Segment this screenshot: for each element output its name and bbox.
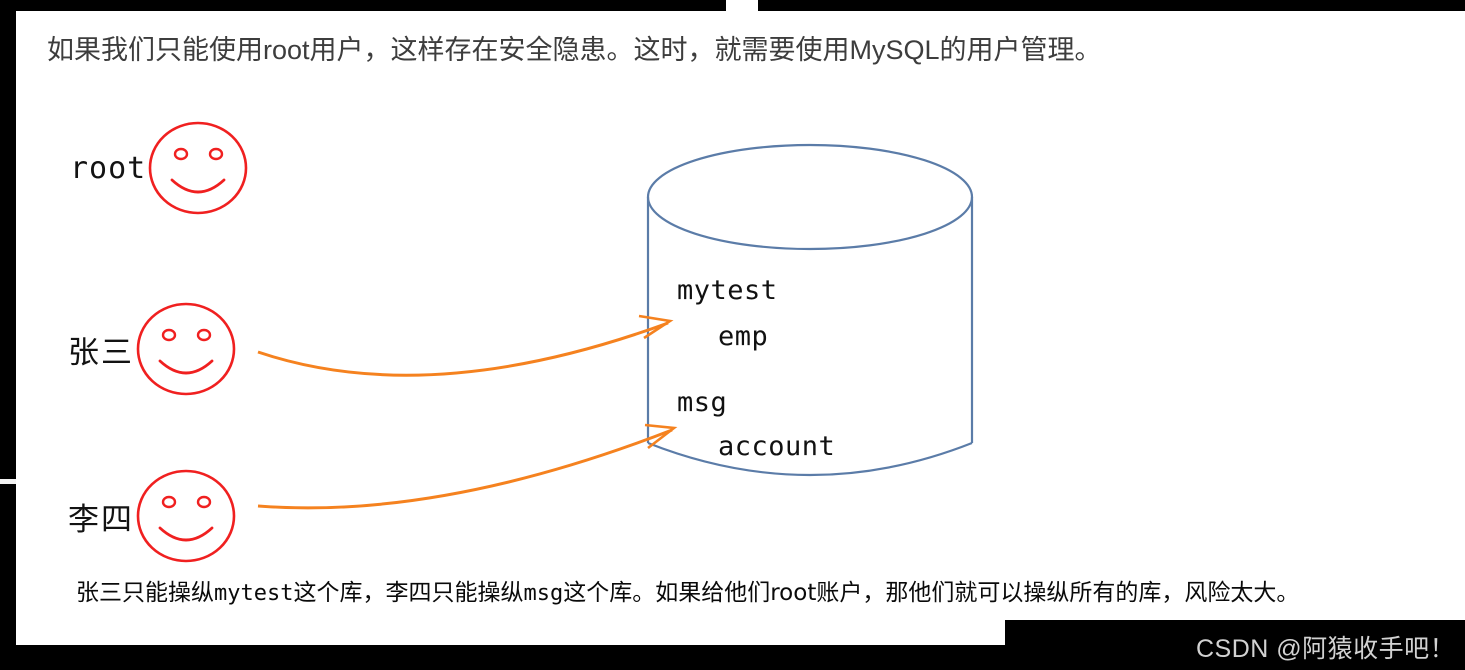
- user-label-lisi: 李四: [68, 501, 134, 538]
- smiley-face-icon: [146, 118, 250, 218]
- user-entry-lisi: 李四: [68, 466, 238, 566]
- smiley-face-icon: [134, 299, 238, 399]
- db-entry-account: account: [718, 431, 836, 462]
- csdn-watermark: CSDN @阿猿收手吧！: [1196, 635, 1456, 663]
- page-title: 如果我们只能使用root用户，这样存在安全隐患。这时，就需要使用MySQL的用户…: [47, 35, 1102, 65]
- screenshot-root: 如果我们只能使用root用户，这样存在安全隐患。这时，就需要使用MySQL的用户…: [0, 0, 1465, 670]
- caption-text: 张三只能操纵mytest这个库，李四只能操纵msg这个库。如果给他们root账户…: [76, 578, 1456, 609]
- user-label-root: root: [70, 150, 147, 186]
- user-entry-root: root: [70, 118, 250, 218]
- caption-part-3: 这个库。如果给他们root账户，那他们就可以操纵所有的库，风险太大。: [563, 580, 1300, 606]
- caption-db-1: mytest: [214, 581, 294, 606]
- smiley-face-icon: [134, 466, 238, 566]
- top-notch: [726, 0, 758, 11]
- db-entry-msg: msg: [677, 387, 728, 418]
- db-entry-mytest: mytest: [677, 275, 778, 306]
- database-cylinder-icon: [640, 143, 980, 514]
- caption-part-1: 张三只能操纵: [76, 580, 214, 606]
- database-cylinder: mytest emp msg account: [640, 135, 980, 510]
- left-notch: [0, 479, 16, 484]
- user-entry-zhangsan: 张三: [68, 299, 238, 399]
- caption-part-2: 这个库，李四只能操纵: [293, 580, 524, 606]
- db-entry-emp: emp: [718, 321, 769, 352]
- caption-db-2: msg: [523, 581, 564, 606]
- user-label-zhangsan: 张三: [68, 334, 134, 371]
